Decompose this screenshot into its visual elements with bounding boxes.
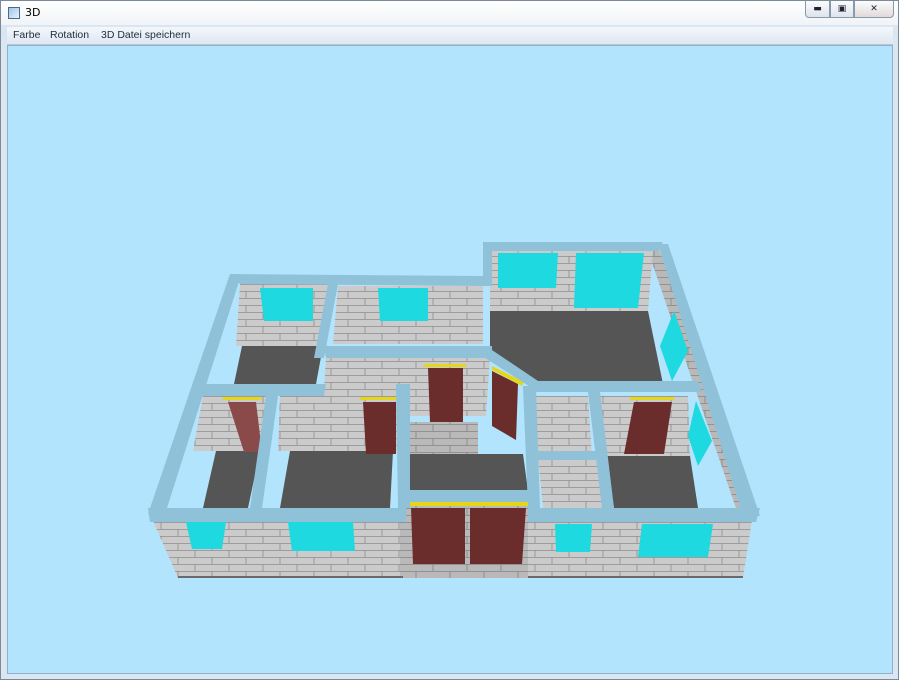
window-3 [498, 253, 558, 288]
minimize-button[interactable]: ▬ [805, 1, 830, 18]
window-icon[interactable] [8, 7, 20, 19]
floor-room-5 [280, 451, 393, 508]
front-door-left [411, 508, 465, 564]
top-room-4-back [190, 384, 326, 396]
top-back-right [483, 242, 663, 251]
floor-hall [406, 454, 528, 491]
maximize-icon: ▣ [837, 4, 847, 14]
menu-item-3d-datei-speichern[interactable]: 3D Datei speichern [101, 29, 190, 41]
lintel-1 [223, 397, 261, 400]
top-entrance [400, 490, 538, 502]
top-front-left [148, 508, 406, 522]
base-right [528, 576, 743, 578]
window-8 [288, 522, 355, 551]
lintel-2 [360, 397, 398, 400]
title-bar[interactable]: 3D ▬ ▣ ✕ [1, 1, 898, 25]
window-title: 3D [25, 6, 41, 19]
front-door-right [470, 508, 526, 564]
menu-item-rotation[interactable]: Rotation [50, 29, 89, 41]
menu-item-farbe[interactable]: Farbe [13, 29, 40, 41]
top-back-left [230, 274, 483, 286]
window-2 [378, 288, 428, 321]
app-window: 3D ▬ ▣ ✕ Farbe Rotation 3D Datei speiche… [0, 0, 899, 680]
maximize-button[interactable]: ▣ [830, 1, 854, 18]
window-9 [555, 524, 592, 552]
window-1 [260, 288, 313, 321]
menu-bar: Farbe Rotation 3D Datei speichern [7, 27, 893, 45]
door-2 [363, 402, 396, 454]
base-left [178, 576, 403, 578]
window-10 [638, 524, 713, 557]
wall-room-6 [533, 396, 592, 456]
close-icon: ✕ [870, 4, 878, 14]
close-button[interactable]: ✕ [854, 1, 894, 18]
lintel-4 [630, 397, 674, 400]
lintel-front [406, 502, 528, 506]
top-corridor [324, 346, 492, 358]
door-3 [428, 368, 463, 422]
minimize-icon: ▬ [813, 4, 822, 14]
top-room-7-back [528, 381, 702, 392]
window-4 [574, 253, 644, 308]
floor-room-7 [606, 456, 698, 508]
3d-viewport[interactable] [7, 45, 893, 674]
top-step [483, 242, 492, 286]
top-room-8-back [528, 451, 606, 460]
floor-room-1 [234, 346, 323, 384]
house-3d-model [148, 242, 760, 578]
wall-hall [408, 422, 478, 454]
lintel-3 [424, 364, 466, 367]
window-7 [186, 522, 226, 549]
top-div-3 [396, 384, 410, 508]
top-front-right [528, 508, 760, 522]
